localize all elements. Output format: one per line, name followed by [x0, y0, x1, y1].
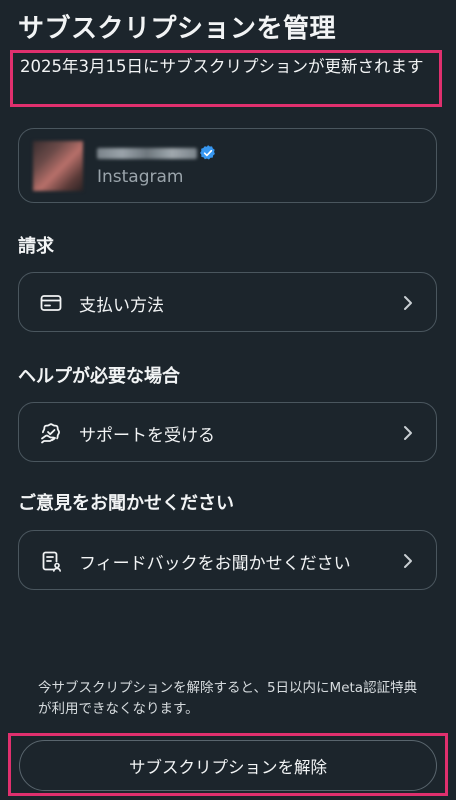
support-icon — [41, 423, 61, 444]
help-section-title: ヘルプが必要な場合 — [18, 366, 180, 387]
feedback-label: フィードバックをお聞かせください — [79, 554, 351, 574]
avatar — [33, 141, 83, 191]
cancel-subscription-button[interactable]: サブスクリプションを解除 — [19, 740, 437, 791]
verified-badge-icon — [200, 145, 215, 160]
account-app-name: Instagram — [97, 167, 184, 187]
username-redacted — [97, 148, 197, 159]
chevron-right-icon — [404, 296, 412, 310]
get-support-label: サポートを受ける — [79, 426, 215, 446]
billing-section-title: 請求 — [18, 236, 54, 257]
payment-method-button[interactable]: 支払い方法 — [18, 272, 437, 332]
feedback-form-icon — [42, 551, 61, 572]
feedback-section-title: ご意見をお聞かせください — [18, 493, 234, 514]
get-support-button[interactable]: サポートを受ける — [18, 402, 437, 462]
payment-method-label: 支払い方法 — [79, 296, 164, 316]
account-card: Instagram — [18, 128, 437, 203]
page-title: サブスクリプションを管理 — [18, 14, 337, 44]
renewal-notice: 2025年3月15日にサブスクリプションが更新されます — [20, 57, 424, 76]
cancellation-notice: 今サブスクリプションを解除すると、5日以内にMeta認証特典が利用できなくなりま… — [38, 680, 418, 717]
chevron-right-icon — [404, 554, 412, 568]
credit-card-icon — [40, 295, 62, 311]
feedback-button[interactable]: フィードバックをお聞かせください — [18, 530, 437, 590]
chevron-right-icon — [404, 426, 412, 440]
